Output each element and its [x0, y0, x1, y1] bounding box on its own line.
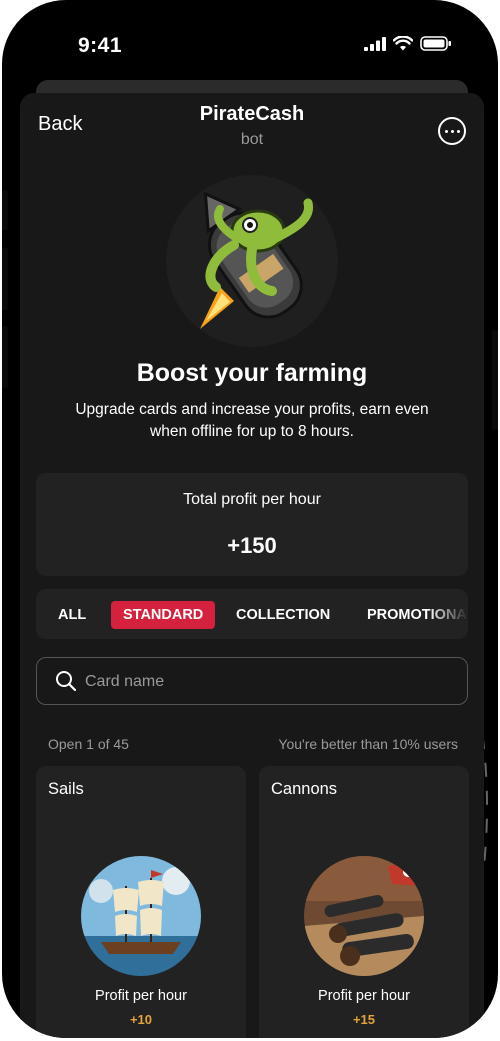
tabs-fade: [428, 589, 468, 639]
total-profit-label: Total profit per hour: [183, 491, 321, 508]
tab-standard[interactable]: STANDARD: [111, 601, 216, 629]
phone-frame: 9:41 Back PirateCash bot Boost your farm…: [2, 0, 498, 1038]
status-time: 9:41: [78, 34, 123, 57]
card-profit-value: +15: [352, 1012, 376, 1027]
card-cannons[interactable]: Cannons Profit per hour +15: [259, 766, 469, 1038]
open-count: Open 1 of 45: [48, 736, 129, 752]
total-profit-card: Total profit per hour +150: [36, 473, 468, 576]
mini-app-sheet: Back PirateCash bot Boost your farming U…: [20, 93, 484, 1038]
status-bar: 9:41: [2, 22, 498, 70]
power-button: [492, 330, 498, 430]
signal-icon: [364, 36, 386, 51]
mute-switch: [2, 190, 8, 230]
card-profit-label: Profit per hour: [318, 988, 410, 1004]
wifi-icon: [393, 36, 413, 51]
card-title: Sails: [48, 780, 84, 798]
cannons-image: [304, 856, 424, 976]
tab-collection[interactable]: COLLECTION: [236, 601, 330, 629]
battery-icon: [420, 36, 451, 51]
volume-down-button: [2, 326, 8, 388]
card-search-input[interactable]: [83, 668, 447, 696]
card-profit-label: Profit per hour: [95, 988, 187, 1004]
status-icons: [364, 36, 452, 51]
tab-all[interactable]: ALL: [58, 601, 86, 629]
total-profit-value: +150: [227, 533, 277, 558]
hero-description: Upgrade cards and increase your profits,…: [75, 401, 429, 440]
app-subtitle: bot: [240, 131, 264, 148]
card-sails[interactable]: Sails Profit per hour +10: [36, 766, 246, 1038]
hero-title: Boost your farming: [136, 359, 368, 387]
card-search-box[interactable]: [36, 657, 468, 705]
card-profit-value: +10: [129, 1012, 153, 1027]
app-title: PirateCash: [199, 103, 305, 125]
volume-up-button: [2, 248, 8, 310]
card-title: Cannons: [271, 780, 338, 798]
search-icon: [56, 671, 77, 692]
octopus-rocket-mascot-icon: [166, 175, 338, 347]
more-options-icon[interactable]: [438, 117, 466, 145]
category-tabs: ALL STANDARD COLLECTION PROMOTIONA: [36, 589, 468, 639]
sailing-ship-image: [81, 856, 201, 976]
user-rank: You're better than 10% users: [278, 736, 458, 752]
